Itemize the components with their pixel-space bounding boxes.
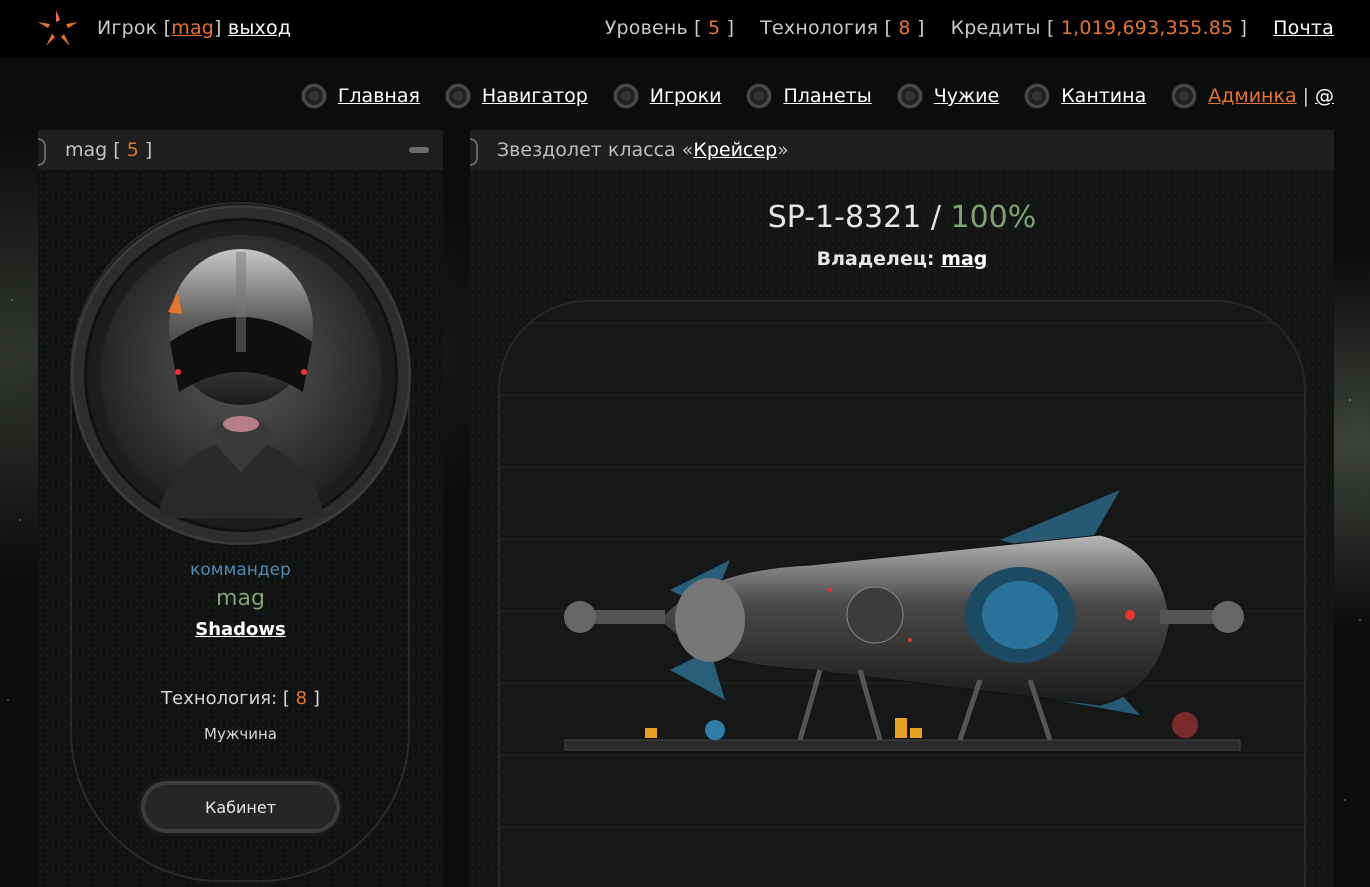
owner-link[interactable]: mag xyxy=(941,248,987,270)
profile-head-name: mag xyxy=(65,139,108,161)
credits-value: 1,019,693,355.85 xyxy=(1060,17,1234,39)
profile-head-level: 5 xyxy=(126,139,139,161)
nav-ring-icon xyxy=(747,84,772,108)
avatar xyxy=(101,235,381,518)
level-value: 5 xyxy=(708,17,721,39)
ship-owner: Владелец: mag xyxy=(470,248,1334,270)
nav-ring-icon xyxy=(301,84,326,108)
nav-cantina-link[interactable]: Кантина xyxy=(1061,85,1146,107)
nav-aliens-link[interactable]: Чужие xyxy=(934,85,999,107)
player-gender: Мужчина xyxy=(204,725,277,743)
top-bar: Игрок [mag] выход Уровень [ 5 ] Технолог… xyxy=(0,0,1370,58)
nav-ring-icon xyxy=(445,84,470,108)
player-display-name: mag xyxy=(216,586,265,611)
nav-home-link[interactable]: Главная xyxy=(338,85,420,107)
credits-stat: Кредиты [ 1,019,693,355.85 ] xyxy=(950,17,1248,39)
nav-ring-icon xyxy=(1025,84,1050,108)
nav-ring-icon xyxy=(1172,84,1197,108)
main-nav: Главная Навигатор Игроки Планеты Чужие К… xyxy=(276,84,1334,108)
ship-panel-header: Звездолет класса «Крейсер» xyxy=(470,130,1334,170)
nav-item-admin[interactable]: Админка | @ xyxy=(1172,84,1334,108)
player-info: Игрок [mag] выход xyxy=(97,17,292,39)
nav-at-link[interactable]: @ xyxy=(1315,85,1334,107)
nav-navigator-link[interactable]: Навигатор xyxy=(482,85,588,107)
nav-item-aliens[interactable]: Чужие xyxy=(897,84,999,108)
ship-class-link[interactable]: Крейсер xyxy=(693,139,777,161)
nav-item-players[interactable]: Игроки xyxy=(613,84,722,108)
nav-admin-link[interactable]: Админка xyxy=(1208,85,1296,107)
nav-ring-icon xyxy=(897,84,922,108)
nav-item-cantina[interactable]: Кантина xyxy=(1025,84,1146,108)
logout-link[interactable]: выход xyxy=(228,17,291,39)
nav-ring-icon xyxy=(613,84,638,108)
minimize-icon[interactable] xyxy=(409,147,429,153)
profile-panel: mag [ 5 ] коммандер mag Shadows Технолог… xyxy=(38,130,443,887)
tech-stat: Технология [ 8 ] xyxy=(760,17,925,39)
ship-id: SP-1-8321 xyxy=(767,200,922,235)
nav-players-link[interactable]: Игроки xyxy=(650,85,722,107)
owner-label: Владелец: xyxy=(816,248,935,270)
ship-class-prefix: Звездолет класса « xyxy=(497,139,694,161)
nav-item-navigator[interactable]: Навигатор xyxy=(445,84,588,108)
ship-title: SP-1-8321 / 100% xyxy=(767,200,1037,235)
cabinet-button[interactable]: Кабинет xyxy=(138,778,343,836)
nav-planets-link[interactable]: Планеты xyxy=(783,85,871,107)
logo-icon xyxy=(38,10,78,46)
ship-panel: Звездолет класса «Крейсер» SP-1-8321 / 1… xyxy=(470,130,1334,887)
starship-image xyxy=(564,490,1244,751)
ship-class-suffix: » xyxy=(777,139,789,161)
level-stat: Уровень [ 5 ] xyxy=(604,17,735,39)
player-label: Игрок xyxy=(97,17,158,39)
profile-panel-header: mag [ 5 ] xyxy=(38,130,443,170)
clan-link[interactable]: Shadows xyxy=(195,619,286,640)
nav-item-planets[interactable]: Планеты xyxy=(747,84,872,108)
profile-tech: Технология: [ 8 ] xyxy=(161,688,320,709)
nav-separator: | xyxy=(1302,85,1309,107)
player-name-link[interactable]: mag xyxy=(171,17,214,39)
profile-tech-value: 8 xyxy=(295,688,308,709)
ship-condition: 100% xyxy=(950,200,1037,235)
player-clan: Shadows xyxy=(38,619,443,640)
player-rank: коммандер xyxy=(190,560,291,580)
player-stats: Уровень [ 5 ] Технология [ 8 ] Кредиты [… xyxy=(605,17,1334,39)
nav-item-home[interactable]: Главная xyxy=(301,84,420,108)
tech-value: 8 xyxy=(898,17,911,39)
mail-link[interactable]: Почта xyxy=(1273,17,1334,39)
